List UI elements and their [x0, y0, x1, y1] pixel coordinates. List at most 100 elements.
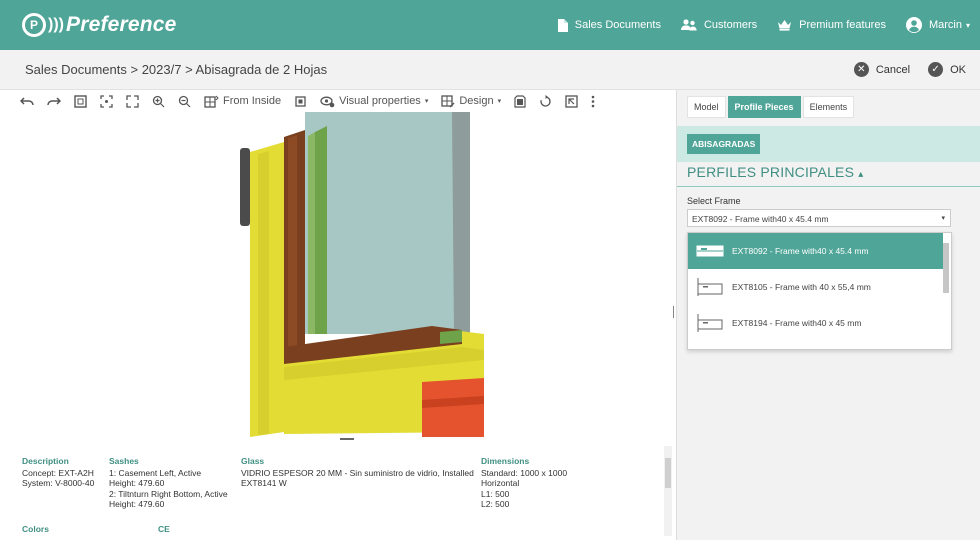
seal-bottom-green [440, 330, 462, 344]
concept-label: Concept: [22, 467, 57, 478]
panel-tabs: Model Profile Pieces Elements [687, 96, 856, 118]
frame-dropdown: EXT8092 - Frame with40 x 45.4 mm EXT8105… [687, 232, 952, 350]
frame-select[interactable]: EXT8092 - Frame with40 x 45.4 mm ▾ [687, 209, 951, 227]
section-title[interactable]: PERFILES PRINCIPALES ▴ [687, 164, 863, 180]
layers-icon[interactable] [294, 95, 307, 108]
window-profile-drawing [240, 112, 484, 440]
nav-customers[interactable]: Customers [680, 19, 758, 31]
ok-button[interactable]: ✓ OK [928, 62, 966, 77]
sashes-header: Sashes [109, 456, 139, 466]
glass-column: Glass VIDRIO ESPESOR 20 MM - Sin suminis… [241, 456, 474, 489]
fit-screen-icon[interactable] [126, 94, 139, 108]
dropdown-scrollbar-thumb[interactable] [943, 243, 949, 293]
section-divider [677, 186, 980, 187]
frame-option-label: EXT8105 - Frame with 40 x 55,4 mm [732, 282, 871, 292]
export-icon[interactable] [565, 94, 578, 108]
section-title-text: PERFILES PRINCIPALES [687, 164, 855, 180]
info-scrollbar-thumb[interactable] [665, 458, 671, 488]
from-inside-button[interactable]: From Inside [204, 95, 281, 108]
abisagradas-button[interactable]: ABISAGRADAS [687, 134, 761, 154]
cancel-label: Cancel [875, 63, 911, 76]
sill-red [422, 378, 484, 437]
user-menu[interactable]: Marcin ▾ [905, 17, 970, 33]
concept-value: EXT-A2H [58, 467, 94, 478]
frame-option[interactable]: EXT8194 - Frame with40 x 45 mm [688, 305, 943, 341]
nav-premium-label: Premium features [799, 19, 886, 31]
redo-icon[interactable] [47, 96, 61, 106]
center-view-icon[interactable] [100, 94, 113, 108]
nav-sales-documents-label: Sales Documents [574, 19, 661, 31]
panel-splitter[interactable] [673, 306, 674, 318]
zoom-out-icon[interactable] [178, 95, 191, 108]
logo-text: Preference [65, 13, 177, 36]
shading-icon[interactable] [514, 94, 526, 108]
tab-profile-pieces[interactable]: Profile Pieces [727, 96, 801, 118]
grid-view-icon[interactable] [74, 94, 87, 108]
standard-row: Standard: 1000 x 1000 [481, 468, 567, 479]
design-label: Design [459, 95, 494, 107]
handle-bar [240, 148, 250, 226]
window-3d-viewport[interactable] [22, 112, 672, 442]
sash-1: 1: Casement Left, Active [109, 467, 202, 478]
design-icon [441, 94, 455, 107]
l2: L2: 500 [481, 499, 510, 509]
design-button[interactable]: Design ▾ [441, 94, 501, 108]
dropdown-scrollbar[interactable] [942, 235, 950, 349]
window-view-icon [204, 95, 219, 108]
cancel-button[interactable]: ✕ Cancel [853, 62, 911, 77]
profile-thumbnail-icon [696, 312, 724, 334]
tab-model[interactable]: Model [687, 96, 726, 118]
app-logo[interactable]: P ))) Preference [22, 13, 177, 37]
eye-settings-icon [320, 96, 335, 107]
visual-properties-button[interactable]: Visual properties ▾ [320, 95, 428, 108]
nav-sales-documents[interactable]: Sales Documents [557, 18, 661, 32]
check-icon: ✓ [928, 62, 944, 77]
select-frame-label: Select Frame [687, 196, 741, 206]
frame-option[interactable]: EXT8092 - Frame with40 x 45.4 mm [688, 233, 943, 269]
users-icon [680, 19, 697, 31]
standard-label: Standard: [481, 467, 518, 478]
tab-elements[interactable]: Elements [802, 96, 855, 118]
header-actions: ✕ Cancel ✓ OK [836, 62, 966, 77]
right-panel: Model Profile Pieces Elements ABISAGRADA… [676, 90, 980, 540]
sash-2-height: Height: 479.60 [109, 499, 165, 509]
from-inside-label: From Inside [223, 95, 282, 107]
user-name: Marcin [928, 19, 962, 31]
dimensions-header: Dimensions [481, 456, 530, 466]
rotate-icon[interactable] [539, 94, 552, 108]
glass-edge [452, 112, 470, 334]
sash-2: 2: Tiltnturn Right Bottom, Active [109, 488, 228, 499]
profile-thumbnail-icon [696, 240, 724, 262]
logo-waves: ))) [48, 16, 64, 33]
system-row: System: V-8000-40 [22, 478, 94, 489]
glass-line-1: VIDRIO ESPESOR 20 MM - Sin suministro de… [241, 467, 474, 478]
undo-icon[interactable] [20, 96, 34, 106]
nav-premium-features[interactable]: Premium features [777, 19, 886, 31]
breadcrumb[interactable]: Sales Documents > 2023/7 > Abisagrada de… [25, 62, 327, 77]
glass-header: Glass [241, 456, 265, 466]
frame-option[interactable]: EXT8105 - Frame with 40 x 55,4 mm [688, 269, 943, 305]
seal-strip-light [308, 132, 315, 334]
description-header: Description [22, 456, 69, 466]
more-menu-icon[interactable] [591, 95, 595, 108]
l1: L1: 500 [481, 488, 510, 499]
standard-value: 1000 x 1000 [520, 467, 568, 478]
sashes-column: Sashes 1: Casement Left, Active Height: … [109, 456, 228, 510]
sash-1-height: Height: 479.60 [109, 478, 165, 488]
zoom-in-icon[interactable] [152, 95, 165, 108]
nav-customers-label: Customers [703, 19, 758, 31]
profile-thumbnail-icon [696, 276, 724, 298]
glass-pane [305, 112, 470, 334]
crown-icon [777, 19, 792, 31]
ce-header: CE [158, 524, 170, 534]
info-panel: Description Concept: EXT-A2H System: V-8… [22, 442, 662, 538]
close-icon: ✕ [853, 62, 869, 77]
top-bar: P ))) Preference Sales Documents Custome… [0, 0, 980, 50]
frame-option-label: EXT8194 - Frame with40 x 45 mm [732, 318, 862, 328]
editor-toolbar: From Inside Visual properties ▾ Design ▾ [0, 90, 674, 112]
info-scrollbar[interactable] [664, 446, 672, 536]
document-icon [557, 18, 568, 32]
chevron-down-icon: ▾ [965, 20, 970, 30]
visual-properties-label: Visual properties [339, 95, 421, 107]
seal-strip-green [315, 126, 327, 334]
